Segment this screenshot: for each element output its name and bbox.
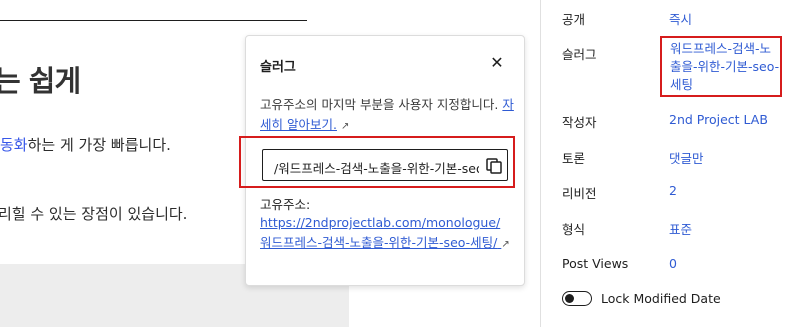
revisions-value[interactable]: 2 — [669, 183, 677, 198]
external-link-icon: ↗ — [340, 121, 350, 132]
author-label: 작성자 — [562, 115, 597, 130]
highlight-frame — [239, 136, 515, 188]
permalink-url-text[interactable]: https://2ndprojectlab.com/monologue/워드프레… — [260, 215, 500, 250]
description-text: 고유주소의 마지막 부분을 사용자 지정합니다. — [260, 97, 499, 112]
paragraph-2: 리힐 수 있는 장점이 있습니다. — [0, 205, 188, 223]
paragraph-1: 동화하는 게 가장 빠릅니다. — [0, 134, 171, 155]
post-settings-sidebar: 공개 즉시 슬러그 워드프레스-검색-노출을-위한-기본-seo-세팅 작성자 … — [541, 0, 801, 327]
permalink-label: 고유주소: — [260, 197, 311, 212]
permalink-url[interactable]: https://2ndprojectlab.com/monologue/워드프레… — [260, 213, 510, 255]
paragraph-1-text: 하는 게 가장 빠릅니다. — [27, 136, 171, 154]
author-value[interactable]: 2nd Project LAB — [669, 112, 768, 127]
post-views-label: Post Views — [562, 256, 629, 271]
slug-value-button[interactable]: 워드프레스-검색-노출을-위한-기본-seo-세팅 — [660, 36, 782, 97]
popover-description: 고유주소의 마지막 부분을 사용자 지정합니다. 자세히 알아보기. ↗ — [260, 95, 520, 137]
discussion-value[interactable]: 댓글만 — [669, 148, 704, 167]
discussion-label: 토론 — [562, 151, 586, 166]
popover-title: 슬러그 — [260, 60, 296, 75]
external-link-icon: ↗ — [501, 239, 510, 250]
close-icon[interactable]: ✕ — [486, 52, 508, 74]
post-heading-fragment: 는 쉽게 — [0, 64, 81, 98]
lock-modified-date-label: Lock Modified Date — [601, 291, 721, 306]
visibility-value[interactable]: 즉시 — [669, 9, 692, 28]
format-label: 형식 — [562, 222, 586, 237]
slug-label: 슬러그 — [562, 47, 597, 62]
paragraph-1-link[interactable]: 동화 — [0, 136, 28, 154]
lock-modified-date-toggle[interactable] — [562, 291, 592, 306]
post-views-value: 0 — [669, 256, 677, 271]
separator-line — [0, 20, 307, 21]
toggle-knob — [565, 294, 574, 303]
visibility-label: 공개 — [562, 12, 586, 27]
revisions-label: 리비전 — [562, 186, 597, 201]
format-value[interactable]: 표준 — [669, 219, 692, 238]
